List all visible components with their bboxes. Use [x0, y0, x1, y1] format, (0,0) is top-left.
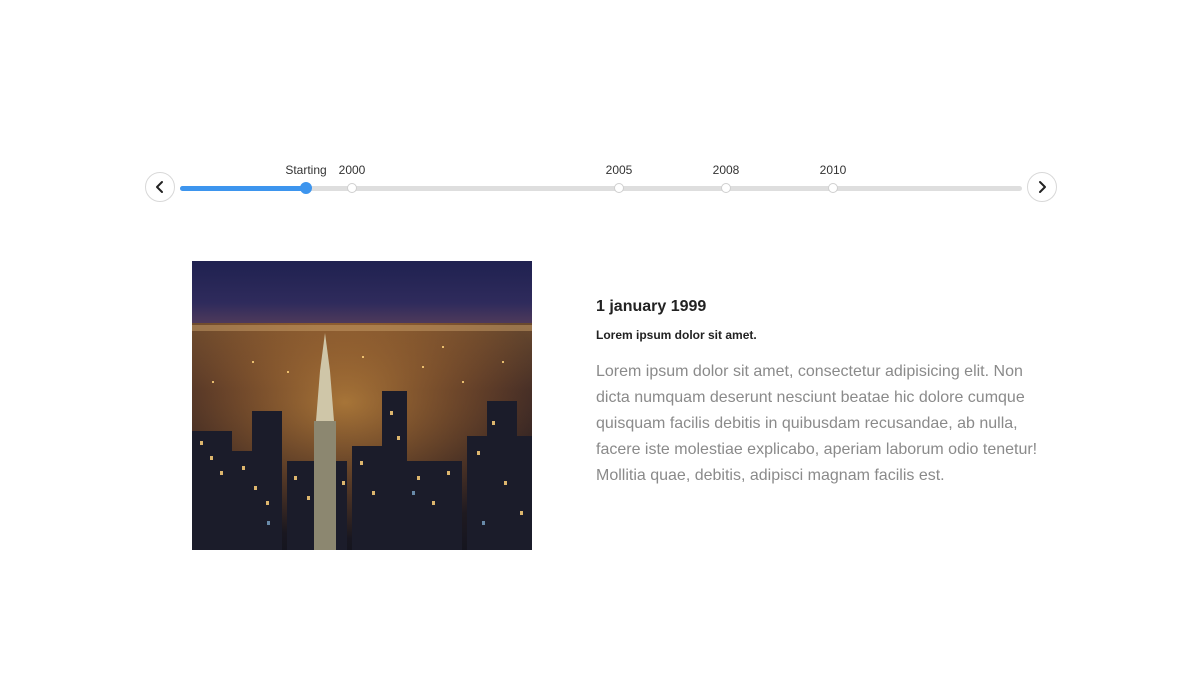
next-button[interactable]: [1027, 172, 1057, 202]
chevron-left-icon: [156, 181, 163, 193]
prev-button[interactable]: [145, 172, 175, 202]
event-date: 1 january 1999: [596, 298, 707, 315]
timeline-event-label: Starting: [285, 163, 327, 177]
chevron-right-icon: [1039, 181, 1046, 193]
timeline-event-label: 2000: [338, 163, 366, 177]
event-details: 1 january 1999 Lorem ipsum dolor sit ame…: [596, 298, 1046, 489]
city-night-photo: [192, 261, 532, 550]
timeline-page: Starting 2000 2005 2008 2010 1 january 1…: [0, 0, 1200, 700]
timeline-event-dot: [347, 183, 357, 193]
timeline-event-label: 2010: [819, 163, 847, 177]
event-description: Lorem ipsum dolor sit amet, consectetur …: [596, 363, 1038, 484]
timeline-event-label: 2008: [712, 163, 740, 177]
event-subtitle: Lorem ipsum dolor sit amet.: [596, 328, 757, 342]
timeline-event-dot: [614, 183, 624, 193]
timeline-event-dot: [828, 183, 838, 193]
timeline-event-dot: [721, 183, 731, 193]
timeline-event-dot: [300, 182, 312, 194]
timeline-event-label: 2005: [605, 163, 633, 177]
timeline: Starting 2000 2005 2008 2010: [0, 150, 1200, 210]
timeline-progress: [180, 186, 306, 191]
